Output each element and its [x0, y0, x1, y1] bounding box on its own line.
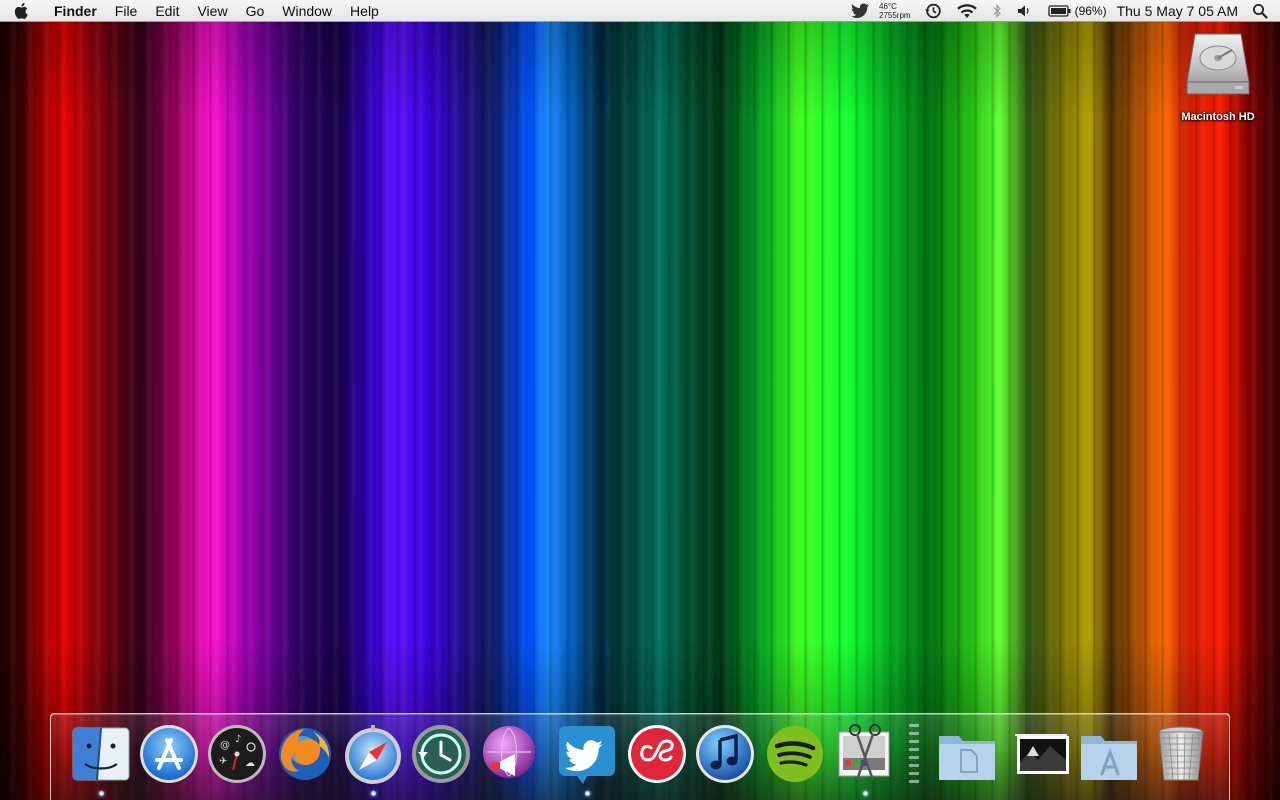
- dock-item-spotify[interactable]: [762, 722, 828, 798]
- safari-icon: [345, 725, 401, 784]
- menu-edit[interactable]: Edit: [146, 0, 188, 22]
- menu-file[interactable]: File: [106, 0, 147, 22]
- desktop-icon-macintosh-hd[interactable]: Macintosh HD: [1168, 30, 1268, 130]
- svg-text:♪: ♪: [235, 734, 241, 745]
- dock-item-twitter[interactable]: [554, 722, 620, 798]
- svg-text:@: @: [220, 740, 230, 751]
- volume-icon[interactable]: [1009, 0, 1041, 22]
- dock-item-time-machine[interactable]: [408, 722, 474, 798]
- finder-icon: [72, 727, 130, 781]
- desktop-wallpaper: [0, 0, 1280, 800]
- dock-separator: [909, 724, 919, 786]
- dock: @ ♪ ✈ ☁: [50, 713, 1230, 800]
- wifi-icon[interactable]: [949, 0, 985, 22]
- dock-item-lastfm[interactable]: [624, 722, 690, 798]
- twitter-status-icon[interactable]: [843, 0, 877, 22]
- svg-text:☁: ☁: [245, 758, 255, 769]
- running-indicator: [98, 791, 104, 796]
- dock-item-growl[interactable]: [476, 722, 542, 798]
- bluetooth-icon[interactable]: [985, 0, 1009, 22]
- dock-item-preview[interactable]: [832, 722, 898, 798]
- twitter-icon: [559, 726, 615, 784]
- spotlight-search-icon[interactable]: [1248, 0, 1280, 22]
- menu-help[interactable]: Help: [341, 0, 388, 22]
- trash-icon: [1158, 726, 1204, 781]
- lastfm-icon: [628, 725, 686, 783]
- itunes-icon: [696, 725, 754, 783]
- hard-drive-icon: [1185, 30, 1251, 105]
- menu-clock[interactable]: Thu 5 May 7 05 AM: [1111, 3, 1248, 19]
- dashboard-icon: @ ♪ ✈ ☁: [208, 725, 266, 783]
- menu-finder[interactable]: Finder: [44, 0, 106, 22]
- svg-text:✈: ✈: [219, 756, 227, 767]
- dock-item-dashboard[interactable]: @ ♪ ✈ ☁: [204, 722, 270, 798]
- time-machine-icon: [412, 725, 470, 783]
- battery-icon[interactable]: [1041, 0, 1075, 22]
- running-indicator: [584, 791, 590, 796]
- apple-menu-icon[interactable]: [0, 2, 44, 20]
- dock-item-trash[interactable]: [1148, 722, 1214, 798]
- spotify-icon: [767, 726, 823, 782]
- firefox-icon: [279, 728, 331, 780]
- applications-folder-icon: [1081, 736, 1137, 780]
- menu-window[interactable]: Window: [273, 0, 341, 22]
- dock-stack-documents[interactable]: [934, 722, 1000, 798]
- macintosh-hd-label: Macintosh HD: [1181, 111, 1255, 123]
- dock-item-safari[interactable]: [340, 722, 406, 798]
- running-indicator: [862, 791, 868, 796]
- menu-bar: Finder File Edit View Go Window Help 46°…: [0, 0, 1280, 22]
- dock-item-finder[interactable]: [68, 722, 134, 798]
- dock-item-firefox[interactable]: [272, 722, 338, 798]
- time-machine-status-icon[interactable]: [917, 0, 949, 22]
- dock-item-app-store[interactable]: [136, 722, 202, 798]
- documents-folder-icon: [939, 736, 995, 780]
- pictures-stack-icon: [1015, 734, 1069, 774]
- temperature-readout: 46°C: [879, 2, 897, 11]
- battery-percent[interactable]: (96%): [1075, 4, 1111, 18]
- dock-item-itunes[interactable]: [692, 722, 758, 798]
- dock-stack-pictures[interactable]: [1010, 722, 1076, 798]
- preview-icon: [838, 724, 890, 781]
- dock-stack-applications[interactable]: [1076, 722, 1142, 798]
- menu-go[interactable]: Go: [237, 0, 274, 22]
- menu-view[interactable]: View: [188, 0, 236, 22]
- app-store-icon: [140, 725, 198, 783]
- temperature-fan-monitor[interactable]: 46°C 2755rpm: [877, 2, 917, 20]
- growl-icon: [483, 726, 535, 778]
- running-indicator: [370, 791, 376, 796]
- fan-speed-readout: 2755rpm: [879, 11, 911, 20]
